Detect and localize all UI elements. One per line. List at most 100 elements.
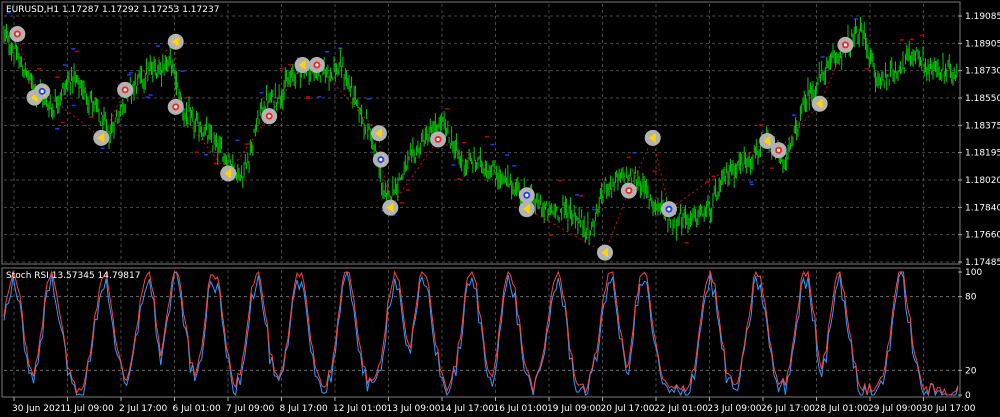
sar-dot xyxy=(705,181,710,183)
signal-dot-center xyxy=(123,88,127,92)
sar-dot xyxy=(457,178,462,180)
signal-marker-sell xyxy=(837,36,854,53)
signal-marker-buy-blue xyxy=(34,83,51,100)
sar-dot xyxy=(864,68,869,70)
sar-dot xyxy=(213,162,218,165)
sar-dot xyxy=(204,153,209,156)
signal-marker-buy xyxy=(370,125,387,142)
signal-marker-buy xyxy=(382,199,399,216)
sar-dot xyxy=(55,76,60,78)
sar-dot xyxy=(445,108,450,110)
trading-chart: 1.19085 1.18905 1.18730 1.18550 1.18375 1.181… xyxy=(0,0,1000,417)
sar-dot xyxy=(74,50,79,53)
sar-dot xyxy=(557,180,562,182)
sar-dot xyxy=(287,63,292,66)
price-tick-label: 1.18905 xyxy=(965,39,1000,49)
signal-dot-center xyxy=(667,207,671,211)
sar-dot xyxy=(55,128,60,130)
time-tick-label: 20 Jul 17:00 xyxy=(601,404,655,414)
stoch-tick-label: 0 xyxy=(965,391,971,401)
sar-dot xyxy=(306,97,311,100)
stoch-tick-label: 100 xyxy=(965,268,982,278)
sar-dot xyxy=(186,96,191,99)
time-tick-label: 16 Jul 01:00 xyxy=(494,404,548,414)
time-tick-label: 13 Jul 09:00 xyxy=(387,404,441,414)
time-tick-label: 12 Jul 01:00 xyxy=(333,404,387,414)
time-tick-label: 23 Jul 09:00 xyxy=(708,404,762,414)
sar-dot xyxy=(711,175,716,178)
sar-dot xyxy=(194,151,199,153)
chart-title: EURUSD,H1 1.17287 1.17292 1.17253 1.1723… xyxy=(6,5,219,15)
sar-dot xyxy=(279,67,284,70)
signal-marker-sell xyxy=(620,182,637,199)
sar-dot xyxy=(317,96,322,98)
sar-dot xyxy=(574,194,579,196)
sar-dot xyxy=(366,98,371,100)
sar-dot xyxy=(62,64,67,66)
sar-dot xyxy=(324,50,329,53)
sar-dot xyxy=(919,34,924,37)
sar-dot xyxy=(100,147,105,150)
stoch-tick-label: 20 xyxy=(965,366,977,376)
signal-marker-sell xyxy=(117,81,134,98)
sar-dot xyxy=(652,170,657,172)
time-tick-label: 6 Jul 01:00 xyxy=(173,404,222,414)
sar-dot xyxy=(145,96,150,98)
price-tick-label: 1.17840 xyxy=(965,203,1000,213)
signal-dot-center xyxy=(174,105,178,109)
sar-dot xyxy=(820,56,825,58)
signal-marker-buy xyxy=(644,129,661,146)
stoch-title: Stoch RSI 13.57345 14.79817 xyxy=(6,271,141,281)
time-tick-label: 30 Jul 17:00 xyxy=(922,404,976,414)
sar-dot xyxy=(305,96,310,98)
sar-dot xyxy=(148,94,153,96)
sar-dot xyxy=(899,39,904,41)
signal-dot-center xyxy=(267,114,271,118)
price-tick-label: 1.18195 xyxy=(965,149,1000,159)
sar-dot xyxy=(235,139,240,142)
sar-dot xyxy=(405,189,410,191)
signal-marker-buy xyxy=(294,57,311,74)
price-tick-label: 1.17660 xyxy=(965,231,1000,241)
signal-marker-sell xyxy=(167,98,184,115)
signal-dot-center xyxy=(843,43,848,47)
price-tick-label: 1.19085 xyxy=(965,12,1000,22)
time-tick-label: 29 Jul 09:00 xyxy=(868,404,922,414)
price-tick-label: 1.18375 xyxy=(965,121,1000,131)
sar-dot xyxy=(512,165,517,167)
signal-marker-buy xyxy=(811,95,828,112)
time-tick-label: 30 Jun 2021 xyxy=(12,404,66,414)
sar-dot xyxy=(505,154,510,156)
signal-marker-sell-blue xyxy=(518,187,535,204)
signal-marker-buy xyxy=(220,165,237,182)
time-tick-label: 26 Jul 17:00 xyxy=(761,404,815,414)
signal-dot-center xyxy=(525,193,529,197)
time-tick-label: 28 Jul 01:00 xyxy=(815,404,869,414)
stoch-tick-label: 80 xyxy=(965,293,977,303)
signal-marker-sell xyxy=(261,108,278,125)
sar-dot xyxy=(910,38,915,40)
time-tick-label: 22 Jul 01:00 xyxy=(654,404,708,414)
sar-dot xyxy=(854,18,859,20)
sar-dot xyxy=(259,92,264,94)
sar-dot xyxy=(451,164,456,166)
sar-dot xyxy=(749,181,754,183)
sar-dot xyxy=(758,124,763,126)
time-tick-label: 14 Jul 17:00 xyxy=(440,404,494,414)
signal-marker-sell xyxy=(770,142,787,159)
time-tick-label: 8 Jul 17:00 xyxy=(280,404,329,414)
signal-dot-center xyxy=(379,157,383,162)
sar-dot xyxy=(548,234,553,236)
sar-dot xyxy=(769,167,774,169)
signal-dot-center xyxy=(777,148,781,152)
signal-marker-sell-blue xyxy=(660,201,677,218)
sar-dot xyxy=(60,121,65,124)
sar-dot xyxy=(244,143,249,145)
signal-marker-buy xyxy=(597,244,614,261)
signal-marker-buy-blue xyxy=(372,151,389,168)
signal-marker-sell xyxy=(9,26,26,43)
sar-dot xyxy=(684,242,689,244)
time-tick-label: 7 Jul 09:00 xyxy=(226,404,275,414)
sar-dot xyxy=(484,135,489,138)
sar-dot xyxy=(180,70,185,72)
